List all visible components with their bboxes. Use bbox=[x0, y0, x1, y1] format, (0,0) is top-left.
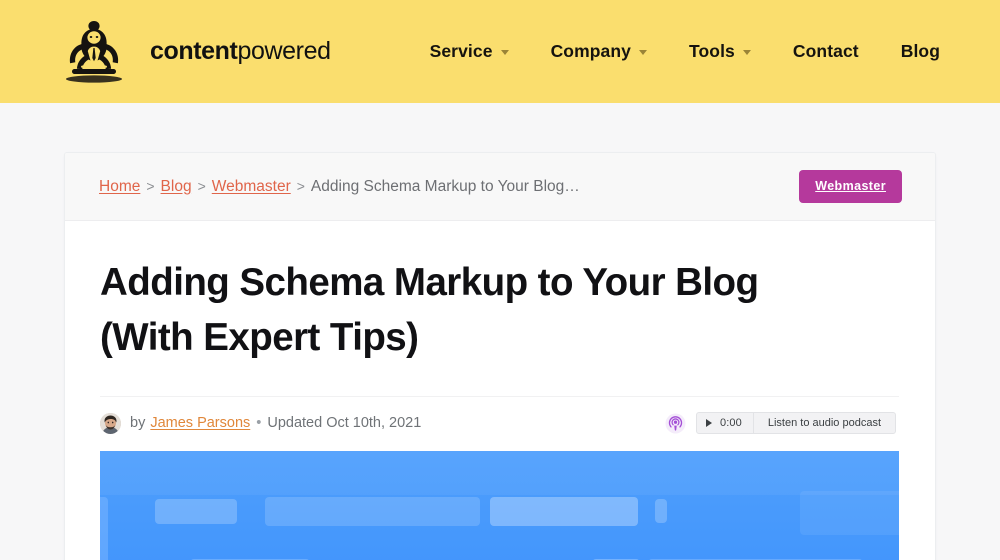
author-avatar bbox=[100, 412, 121, 434]
byline: by James Parsons • Updated Oct 10th, 202… bbox=[100, 412, 422, 434]
nav-item-contact[interactable]: Contact bbox=[793, 41, 859, 62]
nav-label: Company bbox=[550, 41, 631, 61]
nav-label: Tools bbox=[689, 41, 735, 61]
breadcrumb-current-page: Adding Schema Markup to Your Blog… bbox=[310, 177, 580, 195]
article-body: Adding Schema Markup to Your Blog (With … bbox=[65, 221, 935, 560]
brand-logo-link[interactable]: contentpowered bbox=[58, 16, 331, 88]
brand-wordmark: contentpowered bbox=[150, 37, 331, 66]
category-badge-webmaster[interactable]: Webmaster bbox=[799, 170, 902, 203]
play-icon bbox=[706, 419, 713, 428]
author-link[interactable]: James Parsons bbox=[150, 415, 250, 431]
breadcrumb-separator: > bbox=[146, 177, 155, 194]
main-navigation: Service Company Tools Contact Blog bbox=[430, 41, 940, 62]
breadcrumb-item-webmaster[interactable]: Webmaster bbox=[212, 178, 291, 196]
audio-player[interactable]: 0:00 Listen to audio podcast bbox=[696, 412, 896, 435]
chevron-down-icon bbox=[500, 50, 509, 55]
player-play-control[interactable]: 0:00 bbox=[697, 413, 754, 434]
player-time: 0:00 bbox=[720, 417, 742, 430]
breadcrumb-bar: Home > Blog > Webmaster > Adding Schema … bbox=[65, 153, 935, 221]
nav-label: Service bbox=[429, 41, 493, 61]
hero-block-2 bbox=[265, 497, 480, 527]
page-content: Home > Blog > Webmaster > Adding Schema … bbox=[0, 103, 1000, 560]
hero-block-4 bbox=[655, 499, 667, 524]
byline-row: by James Parsons • Updated Oct 10th, 202… bbox=[100, 396, 899, 435]
player-label: Listen to audio podcast bbox=[767, 417, 881, 430]
chevron-down-icon bbox=[742, 50, 751, 55]
hero-sidebar-accent bbox=[100, 497, 108, 560]
sumo-wrestler-logo bbox=[66, 20, 122, 83]
hero-block-1 bbox=[155, 499, 237, 525]
byline-separator: • bbox=[256, 415, 262, 432]
breadcrumb-separator: > bbox=[296, 177, 305, 194]
brand-name-strong: content bbox=[150, 37, 238, 65]
updated-date: Updated Oct 10th, 2021 bbox=[267, 415, 422, 432]
nav-item-service[interactable]: Service bbox=[430, 41, 509, 62]
podcast-widget: 0:00 Listen to audio podcast bbox=[665, 412, 896, 435]
breadcrumb: Home > Blog > Webmaster > Adding Schema … bbox=[99, 178, 580, 196]
site-header: contentpowered Service Company Tools Con… bbox=[0, 0, 1000, 103]
hero-block-5 bbox=[800, 491, 899, 536]
hero-band-top bbox=[100, 451, 899, 496]
apple-podcasts-icon bbox=[665, 413, 686, 434]
chevron-down-icon bbox=[639, 50, 647, 55]
nav-label: Blog bbox=[900, 41, 940, 61]
nav-item-tools[interactable]: Tools bbox=[689, 41, 751, 62]
nav-item-blog[interactable]: Blog bbox=[901, 41, 940, 62]
nav-label: Contact bbox=[792, 41, 859, 61]
breadcrumb-item-blog[interactable]: Blog bbox=[161, 178, 192, 196]
nav-item-company[interactable]: Company bbox=[551, 41, 647, 62]
brand-name-light: powered bbox=[237, 37, 331, 65]
breadcrumb-separator: > bbox=[197, 177, 206, 194]
page-title: Adding Schema Markup to Your Blog (With … bbox=[100, 261, 759, 359]
article-card: Home > Blog > Webmaster > Adding Schema … bbox=[64, 152, 936, 560]
hero-block-3 bbox=[490, 497, 638, 527]
article-hero-image bbox=[100, 451, 899, 560]
breadcrumb-item-home[interactable]: Home bbox=[99, 178, 140, 196]
byline-by-word: by bbox=[130, 415, 146, 432]
